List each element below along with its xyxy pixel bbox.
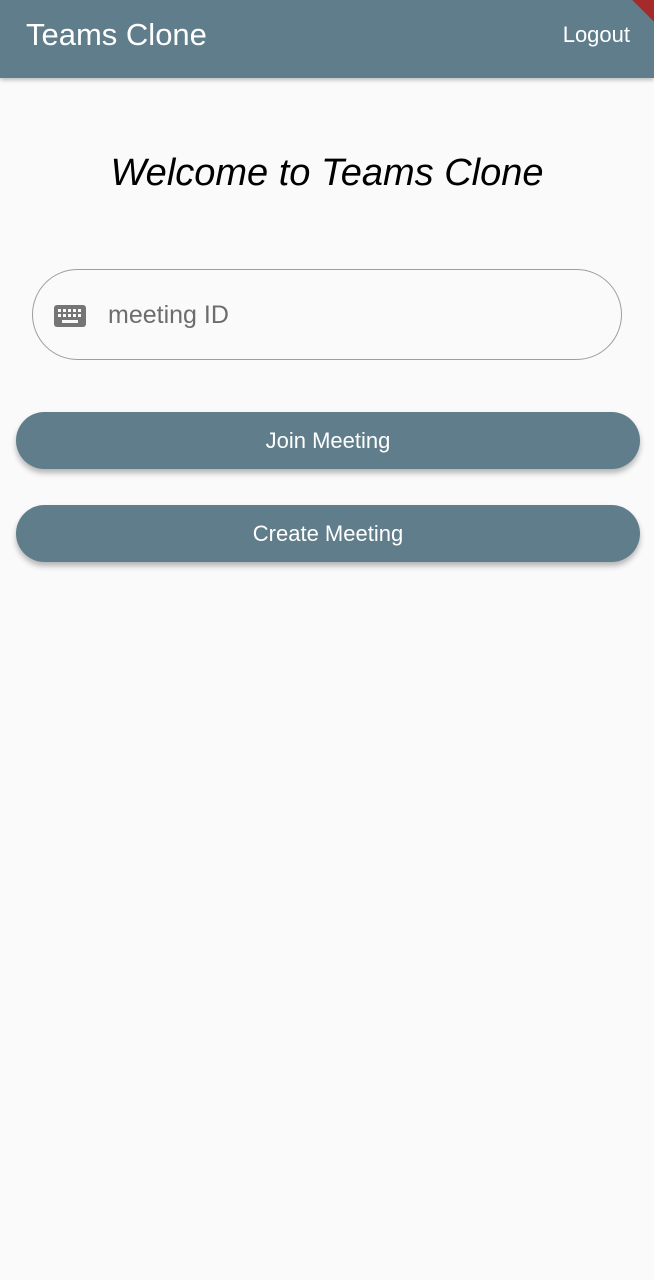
keyboard-icon (54, 305, 86, 327)
welcome-title: Welcome to Teams Clone (110, 152, 544, 194)
app-bar: Teams Clone Logout (0, 0, 654, 78)
meeting-id-input[interactable] (108, 292, 588, 338)
create-meeting-button[interactable]: Create Meeting (16, 505, 640, 562)
app-title: Teams Clone (26, 17, 207, 52)
meeting-id-field[interactable] (32, 269, 622, 360)
join-meeting-button[interactable]: Join Meeting (16, 412, 640, 469)
logout-button[interactable]: Logout (563, 22, 630, 48)
